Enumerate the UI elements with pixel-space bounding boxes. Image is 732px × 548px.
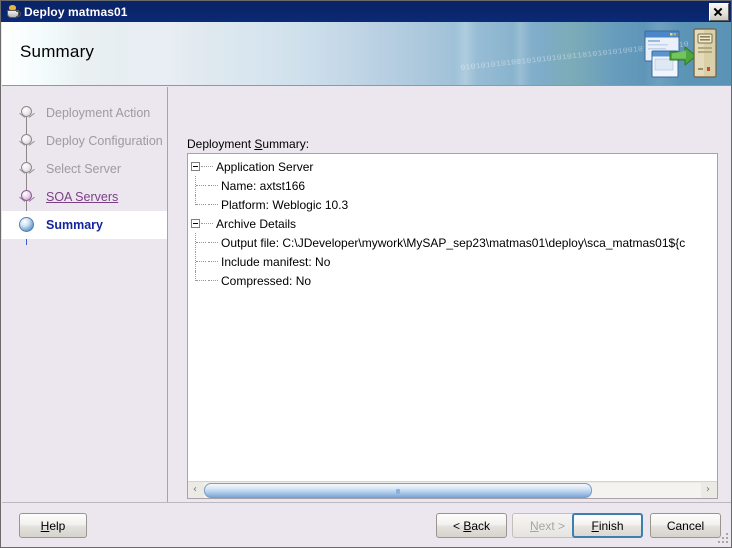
wizard-header: 0101010101001010101010110101010100101010… <box>2 22 731 86</box>
step-node-icon <box>16 102 38 124</box>
scroll-left-glyph: ‹ <box>193 484 197 495</box>
deployment-summary-label: Deployment Summary: <box>187 137 310 151</box>
collapse-icon[interactable] <box>191 219 200 228</box>
tree-dash <box>208 203 218 206</box>
tree-node-label: Name: axtst166 <box>221 178 306 193</box>
tree-row[interactable]: Output file: C:\JDeveloper\mywork\MySAP_… <box>191 233 717 252</box>
tree-row[interactable]: Name: axtst166 <box>191 176 717 195</box>
window-titlebar: Deploy matmas01 <box>1 1 731 22</box>
tree-node-label: Include manifest: No <box>221 254 331 269</box>
sidebar-step-deployment-action[interactable]: Deployment Action <box>2 99 167 127</box>
step-node-icon <box>16 130 38 152</box>
wizard-step-sidebar: Deployment Action Deploy Configuration S… <box>2 87 168 502</box>
tree-node-label: Compressed: No <box>221 273 312 288</box>
java-cup-icon <box>5 4 21 20</box>
collapse-icon[interactable] <box>191 162 200 171</box>
sidebar-step-deploy-configuration[interactable]: Deploy Configuration <box>2 127 167 155</box>
finish-button[interactable]: Finish <box>572 513 643 538</box>
scrollbar-thumb[interactable] <box>204 482 592 498</box>
tree-dash <box>208 260 218 263</box>
tree-elbow <box>196 280 206 282</box>
sidebar-step-label: Select Server <box>46 162 122 176</box>
tree-elbow <box>196 261 206 263</box>
tree-row[interactable]: Compressed: No <box>191 271 717 290</box>
tree-elbow <box>196 185 206 187</box>
tree-node-application-server[interactable]: Application Server <box>191 157 717 176</box>
wizard-body: Deployment Action Deploy Configuration S… <box>2 87 731 502</box>
page-title: Summary <box>20 42 95 61</box>
close-icon[interactable] <box>709 2 729 21</box>
tree-dash <box>208 279 218 282</box>
tree-scroll-viewport: Application Server Name: axtst166 Platfo… <box>188 154 717 481</box>
step-node-icon-active <box>16 214 38 236</box>
sidebar-step-label: Summary <box>46 218 103 232</box>
sidebar-step-select-server[interactable]: Select Server <box>2 155 167 183</box>
tree-row[interactable]: Platform: Weblogic 10.3 <box>191 195 717 214</box>
wizard-content-pane: Deployment Summary: Application Server N… <box>169 87 731 502</box>
tree-dash <box>201 222 213 225</box>
tree-dash <box>208 241 218 244</box>
sidebar-step-label: Deploy Configuration <box>46 134 163 148</box>
sidebar-step-summary[interactable]: Summary <box>2 211 167 239</box>
tree-node-archive-details[interactable]: Archive Details <box>191 214 717 233</box>
scroll-right-glyph: › <box>706 484 710 495</box>
tree-node-label: Application Server <box>216 159 314 174</box>
window-title: Deploy matmas01 <box>24 4 128 19</box>
deploy-to-server-icon <box>644 28 717 78</box>
sidebar-step-soa-servers[interactable]: SOA Servers <box>2 183 167 211</box>
sidebar-step-label: Deployment Action <box>46 106 151 120</box>
deploy-wizard-window: Deploy matmas01 010101010100101010101011… <box>0 0 732 548</box>
scroll-left-icon[interactable]: ‹ <box>188 482 204 498</box>
tree-dash <box>208 184 218 187</box>
tree-node-label: Platform: Weblogic 10.3 <box>221 197 349 212</box>
tree-elbow <box>196 204 206 206</box>
label-mnemonic: S <box>254 137 263 151</box>
tree-horizontal-scrollbar[interactable]: ‹ › <box>188 481 717 498</box>
wizard-footer: Help < Back Next > Finish Cancel <box>2 502 731 547</box>
step-node-icon <box>16 158 38 180</box>
tree-node-label: Output file: C:\JDeveloper\mywork\MySAP_… <box>221 235 686 250</box>
help-button[interactable]: Help <box>19 513 87 538</box>
scroll-right-icon[interactable]: › <box>701 482 717 498</box>
tree-node-label: Archive Details <box>216 216 297 231</box>
tree-row[interactable]: Include manifest: No <box>191 252 717 271</box>
tree-elbow <box>196 242 206 244</box>
deployment-summary-tree: Application Server Name: axtst166 Platfo… <box>188 154 717 290</box>
sidebar-step-label: SOA Servers <box>46 190 119 204</box>
tree-dash <box>201 165 213 168</box>
scrollbar-track[interactable] <box>204 482 701 498</box>
header-gradient-streaks <box>2 22 731 85</box>
step-node-icon <box>16 186 38 208</box>
cancel-button[interactable]: Cancel <box>650 513 721 538</box>
deployment-summary-tree-panel: Application Server Name: axtst166 Platfo… <box>187 153 718 499</box>
back-button[interactable]: < Back <box>436 513 507 538</box>
